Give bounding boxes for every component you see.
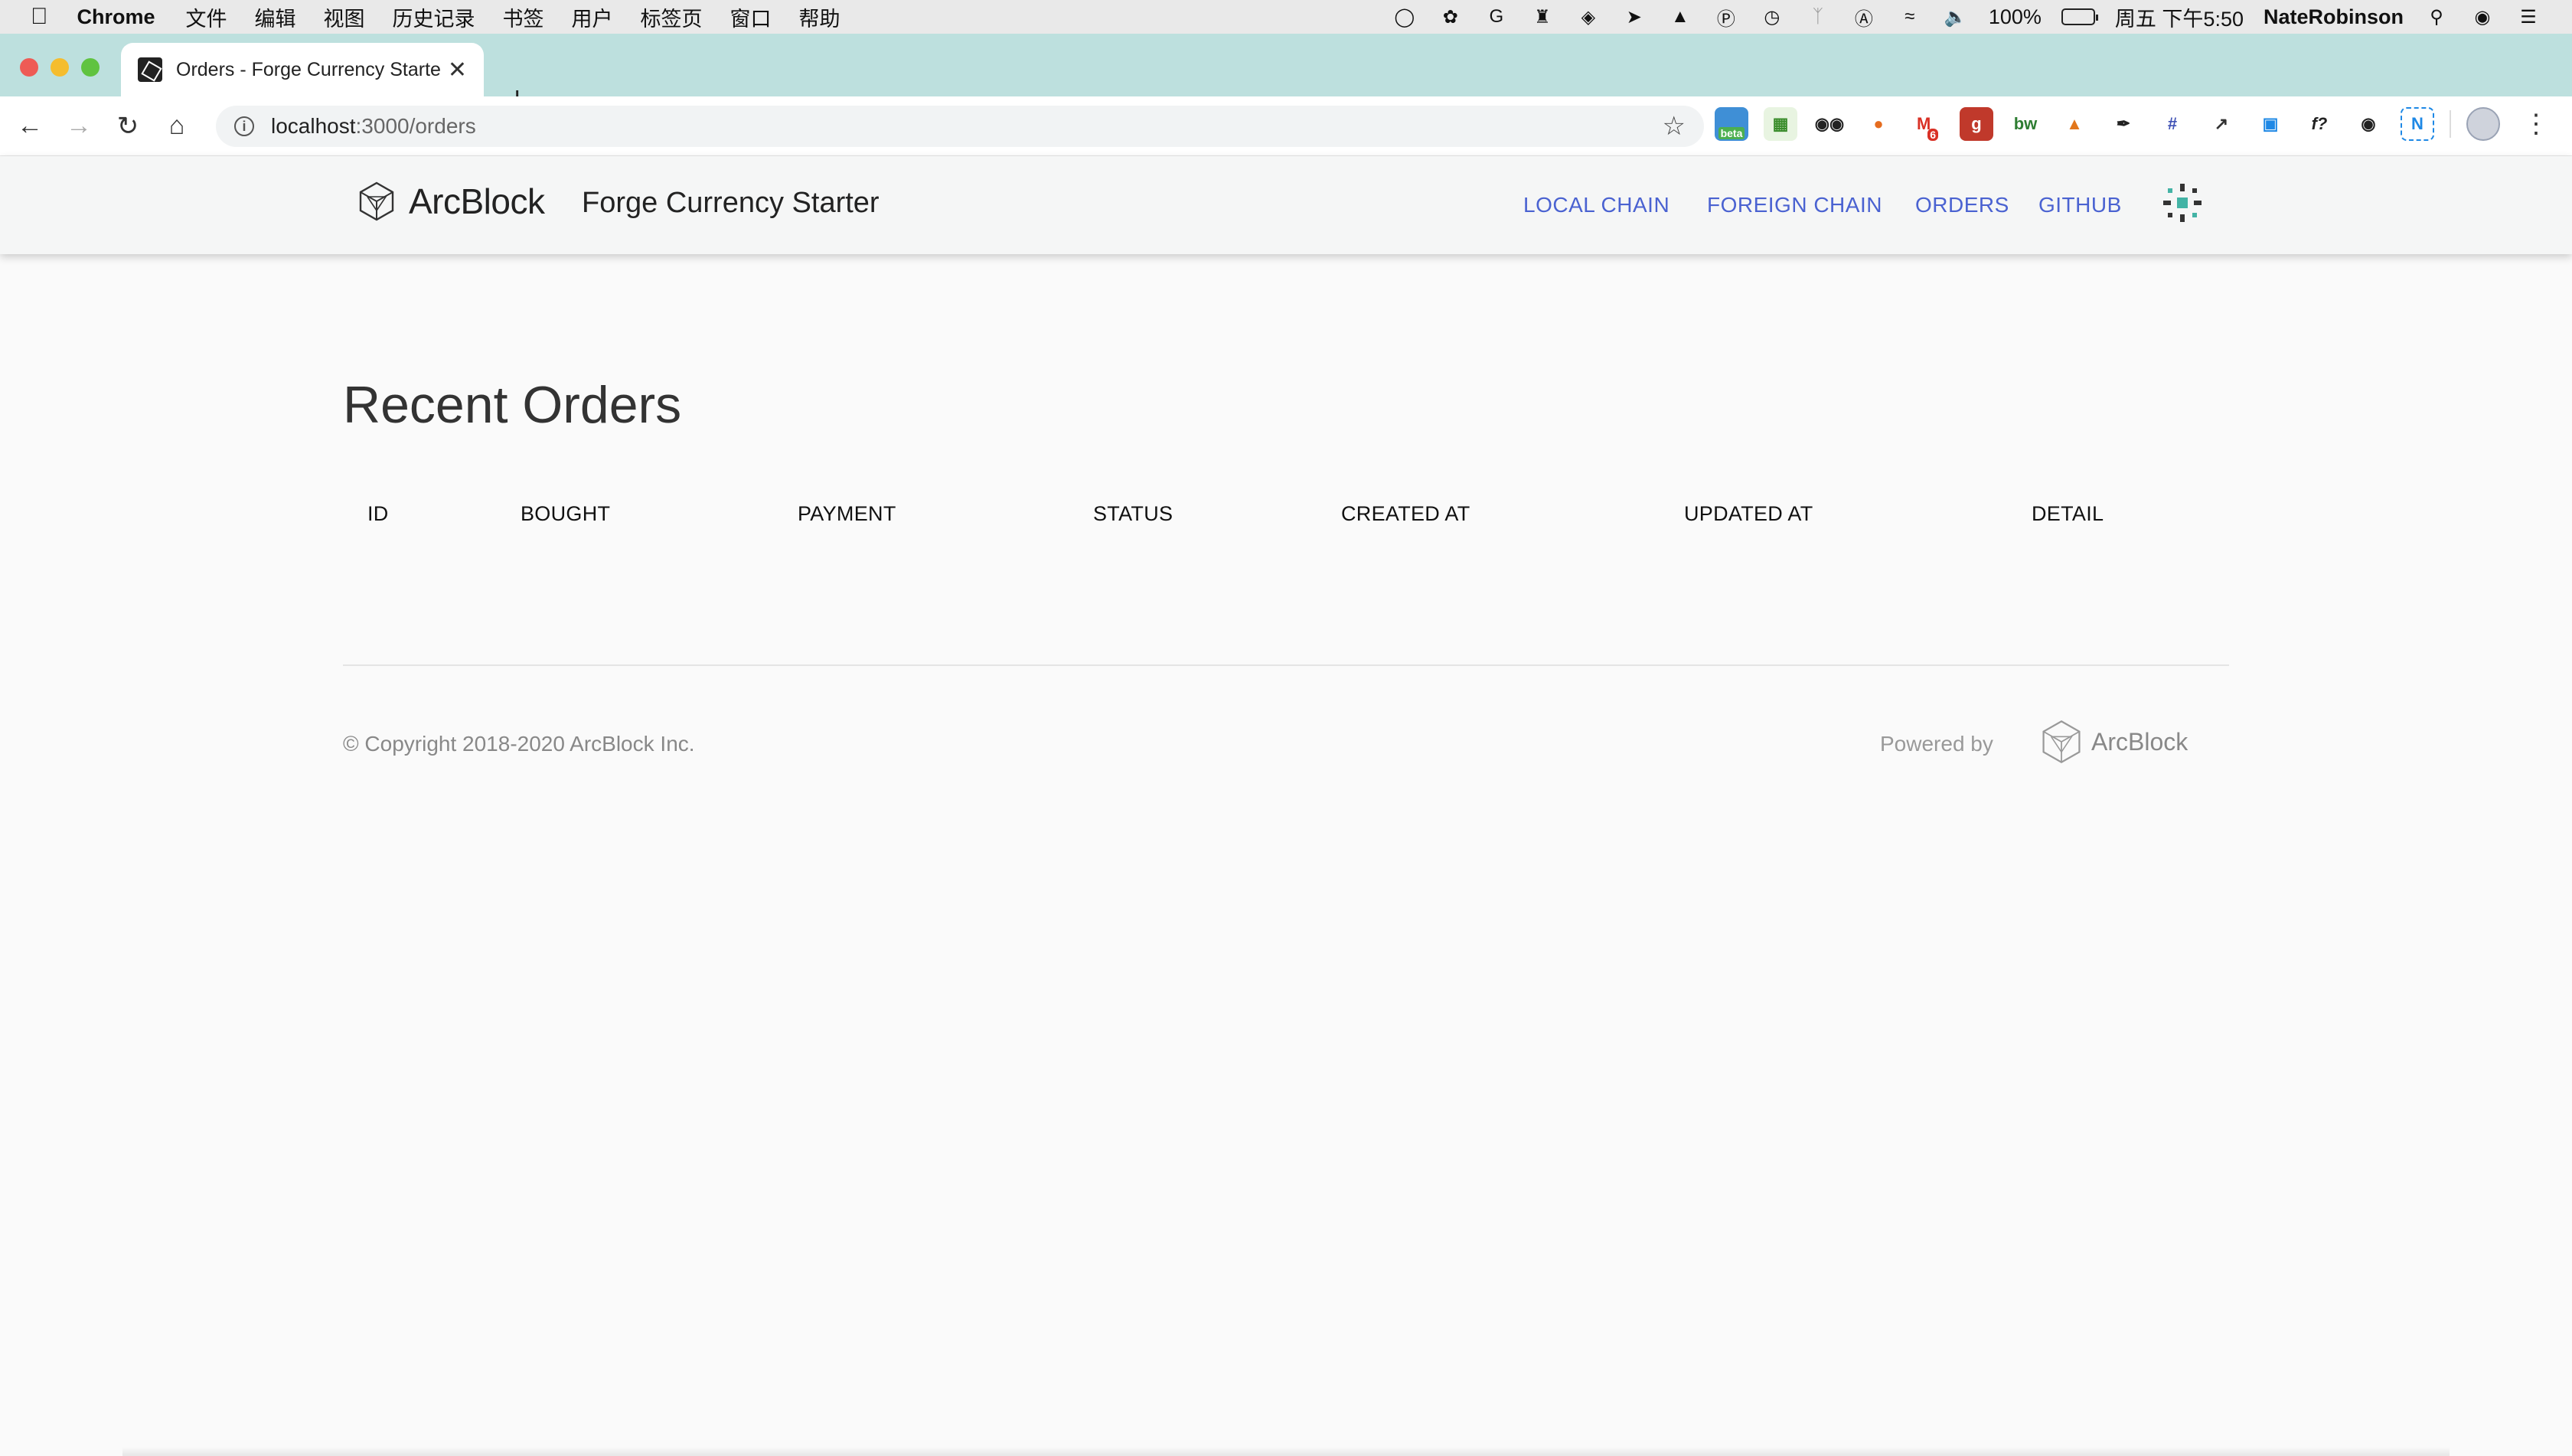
beta-extension-icon[interactable]: beta — [1715, 107, 1748, 141]
chrome-menu-icon[interactable]: ⋮ — [2523, 109, 2549, 139]
nav-foreign-chain[interactable]: FOREIGN CHAIN — [1707, 193, 1882, 217]
zoom-window-button[interactable] — [81, 58, 100, 77]
spotlight-icon[interactable]: ⚲ — [2423, 4, 2450, 30]
reload-icon[interactable]: ↻ — [109, 107, 147, 145]
page-title: Recent Orders — [343, 376, 682, 434]
back-icon[interactable]: ← — [11, 107, 49, 145]
site-info-icon[interactable]: i — [234, 116, 254, 136]
beta-badge: beta — [1718, 127, 1745, 139]
powered-by-label: Powered by — [1880, 732, 1993, 756]
wifi-icon[interactable]: ≈ — [1897, 4, 1923, 30]
brand-name: ArcBlock — [409, 181, 545, 221]
chart-extension-icon[interactable]: ↗ — [2205, 107, 2238, 141]
bluetooth-icon[interactable]: ᛉ — [1805, 4, 1831, 30]
brand-link[interactable]: ArcBlock — [357, 181, 545, 222]
browser-toolbar: ← → ↻ ⌂ i localhost:3000/orders ☆ beta ▦… — [0, 96, 2572, 156]
copyright-text: © Copyright 2018-2020 ArcBlock Inc. — [343, 732, 695, 756]
address-bar[interactable]: i localhost:3000/orders ☆ — [216, 106, 1704, 147]
sheets-extension-icon[interactable]: ▦ — [1764, 107, 1797, 141]
column-header-created-at: CREATED AT — [1341, 502, 1470, 525]
bell-icon[interactable]: ♜ — [1529, 4, 1555, 30]
column-header-updated-at: UPDATED AT — [1684, 502, 1813, 525]
footer-brand-link[interactable]: ArcBlock — [2039, 720, 2188, 764]
column-header-id: ID — [367, 502, 389, 525]
time-machine-icon[interactable]: ◷ — [1759, 4, 1785, 30]
gmail-extension-icon[interactable]: M6 — [1911, 107, 1944, 141]
gmail-count-badge: 6 — [1927, 129, 1939, 141]
footer-divider — [343, 664, 2229, 666]
column-header-detail: DETAIL — [2032, 502, 2104, 525]
tab-title: Orders - Forge Currency Starter — [176, 58, 440, 80]
battery-icon[interactable] — [2061, 8, 2098, 25]
url-host: localhost — [271, 114, 356, 138]
active-tab[interactable]: Orders - Forge Currency Starter ✕ — [121, 43, 484, 96]
site-title: Forge Currency Starter — [582, 187, 880, 219]
mask-extension-icon[interactable]: ◉◉ — [1813, 107, 1846, 141]
footer-brand-name: ArcBlock — [2091, 727, 2188, 756]
menu-view[interactable]: 视图 — [324, 2, 365, 32]
nav-github[interactable]: GITHUB — [2038, 193, 2122, 217]
column-header-bought: BOUGHT — [521, 502, 611, 525]
apple-menu-icon[interactable]:  — [31, 4, 48, 30]
menubar-status-area: ◯ ✿ G ♜ ◈ ➤ ▲ Ⓟ ◷ ᛉ Ⓐ ≈ 🔈 100% 周五 下午5:50… — [1392, 2, 2541, 32]
wechat-icon[interactable]: ◈ — [1575, 4, 1601, 30]
url-path: :3000/orders — [355, 114, 476, 138]
app-header: ArcBlock Forge Currency Starter LOCAL CH… — [0, 156, 2572, 254]
alfred-icon[interactable]: ▲ — [1667, 4, 1693, 30]
close-window-button[interactable] — [20, 58, 38, 77]
user-name[interactable]: NateRobinson — [2264, 5, 2404, 29]
forward-icon[interactable]: → — [60, 107, 98, 145]
hash-extension-icon[interactable]: # — [2156, 107, 2189, 141]
minimize-window-button[interactable] — [51, 58, 69, 77]
nav-orders[interactable]: ORDERS — [1915, 193, 2009, 217]
footer-arcblock-logo-icon — [2042, 720, 2081, 764]
tab-strip: Orders - Forge Currency Starter ✕ + — [0, 34, 2572, 113]
input-method-icon[interactable]: Ⓐ — [1851, 4, 1877, 30]
clock[interactable]: 周五 下午5:50 — [2115, 2, 2244, 32]
bookmark-star-icon[interactable]: ☆ — [1663, 111, 1686, 142]
toolbar-divider — [2450, 110, 2451, 138]
p-icon[interactable]: Ⓟ — [1713, 4, 1739, 30]
notification-center-icon[interactable]: ☰ — [2515, 4, 2541, 30]
menu-tab[interactable]: 标签页 — [641, 2, 703, 32]
forge-avatar-icon[interactable] — [2160, 181, 2205, 225]
script-extension-icon[interactable]: ✒ — [2107, 107, 2140, 141]
bw-extension-icon[interactable]: bw — [2009, 107, 2042, 141]
screen-extension-icon[interactable]: ▣ — [2254, 107, 2287, 141]
send-icon[interactable]: ➤ — [1621, 4, 1647, 30]
tab-close-icon[interactable]: ✕ — [448, 57, 467, 83]
arcblock-logo-icon — [359, 181, 394, 221]
menu-file[interactable]: 文件 — [186, 2, 227, 32]
grammarly-extension-icon[interactable]: g — [1960, 107, 1993, 141]
menu-people[interactable]: 用户 — [572, 2, 613, 32]
menu-bookmarks[interactable]: 书签 — [503, 2, 544, 32]
evernote-icon[interactable]: ✿ — [1438, 4, 1464, 30]
menu-history[interactable]: 历史记录 — [393, 2, 475, 32]
grammarly-icon[interactable]: G — [1483, 4, 1510, 30]
profile-avatar[interactable] — [2466, 107, 2500, 141]
nav-local-chain[interactable]: LOCAL CHAIN — [1523, 193, 1670, 217]
extensions-bar: beta ▦ ◉◉ ● M6 g bw ▲ ✒ # ↗ ▣ f? ◉ N ⋮ — [1715, 107, 2549, 141]
fire-extension-icon[interactable]: ● — [1862, 107, 1895, 141]
macos-menu-bar:  Chrome 文件 编辑 视图 历史记录 书签 用户 标签页 窗口 帮助 ◯… — [0, 0, 2572, 34]
metamask-extension-icon[interactable]: ▲ — [2058, 107, 2091, 141]
battery-percent: 100% — [1988, 5, 2042, 28]
window-bottom-shadow — [122, 1447, 2450, 1456]
column-header-status: STATUS — [1093, 502, 1173, 525]
siri-icon[interactable]: ◉ — [2469, 4, 2495, 30]
app-menu[interactable]: Chrome — [77, 5, 155, 29]
formula-extension-icon[interactable]: f? — [2303, 107, 2336, 141]
volume-icon[interactable]: 🔈 — [1943, 4, 1969, 30]
column-header-payment: PAYMENT — [798, 502, 896, 525]
arcblock-favicon-icon — [138, 57, 162, 82]
menu-window[interactable]: 窗口 — [730, 2, 772, 32]
qq-icon[interactable]: ◯ — [1392, 4, 1418, 30]
menu-edit[interactable]: 编辑 — [255, 2, 296, 32]
panda-extension-icon[interactable]: ◉ — [2352, 107, 2385, 141]
menu-help[interactable]: 帮助 — [799, 2, 840, 32]
notion-extension-icon[interactable]: N — [2401, 107, 2434, 141]
home-icon[interactable]: ⌂ — [158, 107, 196, 145]
